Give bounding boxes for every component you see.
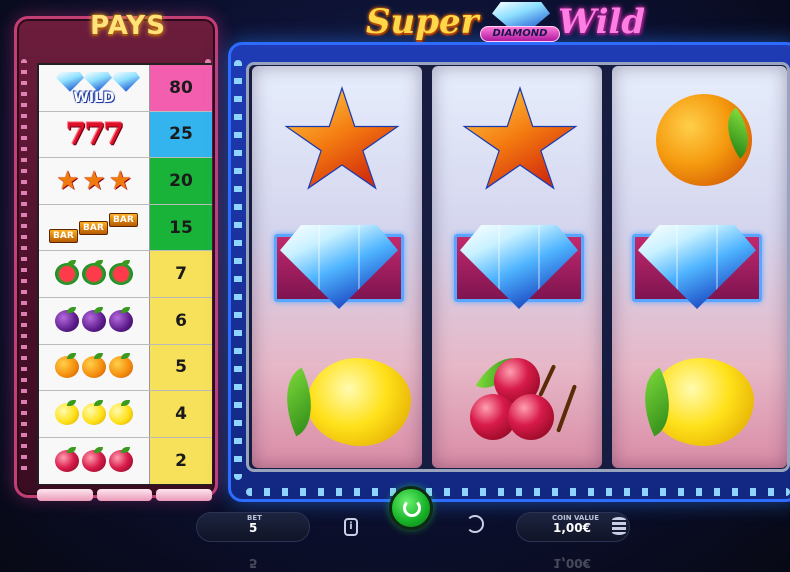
cherry-icon: [55, 447, 79, 473]
pay-value: 4: [149, 391, 212, 437]
info-icon[interactable]: i: [344, 518, 358, 536]
pay-row-orange: 5: [39, 344, 212, 392]
seven-label: 777: [65, 116, 125, 152]
plum-icon: [109, 306, 133, 332]
pay-row-plum: 6: [39, 298, 212, 345]
spin-button[interactable]: [389, 486, 433, 530]
orange-icon: [55, 353, 79, 379]
control-bar: BET 5 i COIN VALUE 1,00€ 5 1,00€: [0, 486, 790, 572]
star-icon: [288, 90, 396, 187]
lemon-icon: [109, 399, 133, 425]
paytable-panel: PAYS WILD 80 777 25 ★ ★ ★ 20 BAR BAR BAR…: [14, 11, 218, 501]
star-icon: ★: [82, 165, 106, 196]
spin-arrow-icon: [403, 499, 421, 517]
lemon-icon: [307, 358, 411, 446]
pay-value: 6: [149, 298, 212, 344]
lemon-icon: [82, 399, 106, 425]
pay-row-bar: BAR BAR BAR 15: [39, 204, 212, 252]
star-symbol: [282, 86, 402, 200]
wild-symbol: WILD: [39, 65, 149, 111]
floor-reflection: 5 1,00€: [0, 546, 790, 572]
star-icon: ★: [56, 165, 80, 196]
bet-value-reflection: 5: [249, 556, 258, 570]
plum-icon: [82, 306, 106, 332]
star-icon: ★: [108, 165, 132, 196]
watermelon-symbol: [39, 251, 149, 297]
pay-value: 20: [149, 158, 212, 204]
plum-symbol: [39, 298, 149, 344]
coins-stack-icon[interactable]: [612, 517, 626, 535]
cherry-icon: [508, 394, 554, 440]
logo-wild: Wild: [558, 2, 646, 42]
star-symbol: [460, 86, 580, 200]
bar-icon: BAR: [109, 212, 138, 227]
paytable-foot: [37, 489, 213, 501]
pay-row-wild: WILD 80: [39, 65, 212, 112]
pay-value: 15: [149, 204, 212, 251]
star-icon: [466, 90, 574, 187]
plum-icon: [55, 306, 79, 332]
pay-value: 25: [149, 111, 212, 158]
watermelon-icon: [55, 260, 79, 286]
bar-icon: BAR: [79, 220, 108, 235]
coin-value-reflection: 1,00€: [553, 556, 591, 570]
paytable: WILD 80 777 25 ★ ★ ★ 20 BAR BAR BAR 15 7…: [37, 63, 212, 485]
frame-bulbs-bottom: [246, 488, 790, 496]
pay-value: 80: [149, 65, 212, 111]
pay-row-lemon: 4: [39, 391, 212, 438]
pays-title: PAYS: [90, 11, 166, 41]
watermelon-icon: [82, 260, 106, 286]
game-logo: Super DIAMOND Wild: [352, 0, 672, 56]
pay-row-star: ★ ★ ★ 20: [39, 158, 212, 205]
star-symbol: ★ ★ ★: [39, 158, 149, 204]
diamond-icon: [56, 71, 84, 92]
orange-icon: [82, 353, 106, 379]
pay-row-cherry: 2: [39, 437, 212, 485]
diamond-icon: [84, 71, 112, 92]
diamond-icon: [112, 71, 140, 92]
game-stage: PAYS WILD 80 777 25 ★ ★ ★ 20 BAR BAR BAR…: [0, 0, 790, 572]
watermelon-icon: [109, 260, 133, 286]
lemon-symbol: [39, 391, 149, 437]
orange-icon: [109, 353, 133, 379]
bulb-strip-left: [21, 59, 27, 477]
lemon-icon: [55, 399, 79, 425]
pay-value: 5: [149, 344, 212, 391]
bar-icon: BAR: [49, 228, 78, 243]
orange-symbol: [39, 344, 149, 391]
wild-label: WILD: [73, 89, 115, 106]
logo-diamond: DIAMOND: [480, 26, 560, 42]
pay-row-seven: 777 25: [39, 111, 212, 159]
coin-value: 1,00€: [553, 521, 591, 535]
bet-value: 5: [249, 521, 258, 535]
cherry-icon: [109, 447, 133, 473]
autoplay-icon[interactable]: [466, 515, 484, 533]
cherry-symbol: [39, 437, 149, 485]
pay-value: 7: [149, 251, 212, 297]
bar-symbol: BAR BAR BAR: [39, 204, 149, 251]
seven-symbol: 777: [39, 111, 149, 158]
logo-super: Super: [366, 2, 479, 42]
pay-value: 2: [149, 437, 212, 485]
frame-bulbs-left: [234, 60, 242, 480]
cherry-icon: [82, 447, 106, 473]
pay-row-watermelon: 7: [39, 251, 212, 298]
